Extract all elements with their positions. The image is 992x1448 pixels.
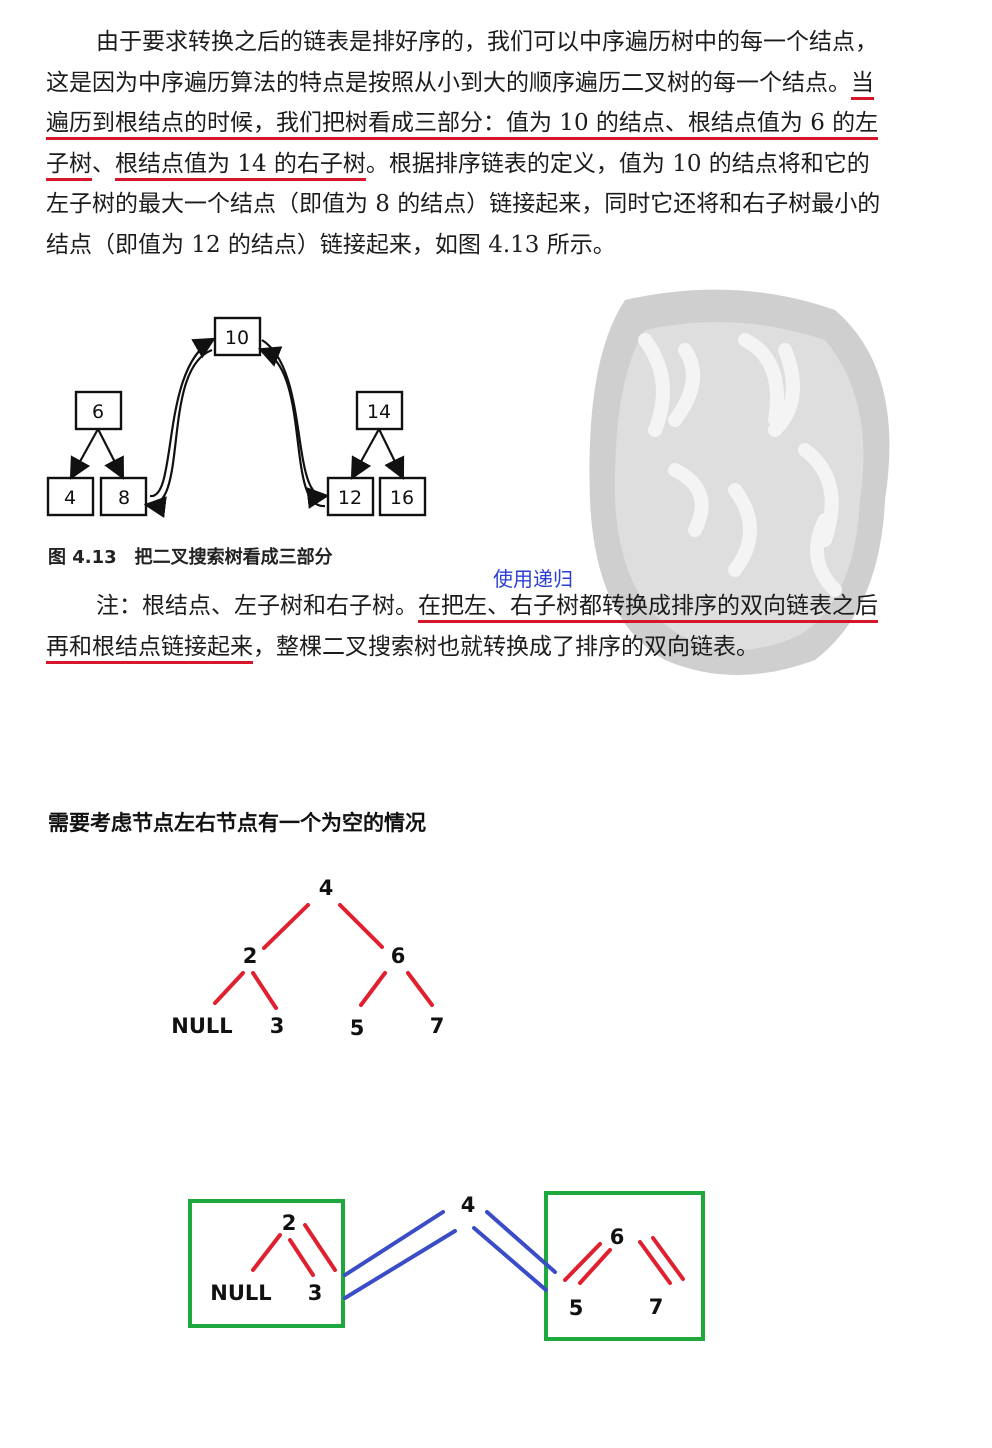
tree-edge [69, 428, 99, 480]
paragraph-text: 注：根结点、左子树和右子树。 [96, 593, 418, 619]
tree-node-label: 5 [350, 1016, 365, 1040]
figure-4-13-diagram: 10 6 4 8 14 12 16 [46, 316, 427, 518]
tree-node-label: 6 [610, 1225, 625, 1249]
body-paragraph-1: 由于要求转换之后的链表是排好序的，我们可以中序遍历树中的每一个结点，这是因为中序… [46, 22, 886, 265]
link-arrow [261, 339, 330, 509]
tree-edge [359, 971, 387, 1007]
link-line [472, 1226, 548, 1292]
tree-edge [288, 1238, 315, 1277]
note-paragraph: 注：根结点、左子树和右子树。在把左、右子树都转换成排序的双向链表之后再和根结点链… [46, 586, 886, 667]
tree-edge [338, 903, 384, 949]
tree-node-label: 7 [649, 1295, 664, 1319]
node-label: 6 [92, 401, 104, 423]
link-arrow [143, 348, 213, 518]
tree-node-label: 2 [282, 1211, 297, 1235]
node-label: 8 [118, 487, 130, 509]
tree-edge [651, 1236, 685, 1281]
paragraph-text: 由于要求转换之后的链表是排好序的，我们可以中序遍历树中的每一个结点，这是因为中序… [46, 29, 878, 96]
paragraph-text: ，整棵二叉搜索树也就转换成了排序的双向链表。 [253, 633, 759, 660]
tree-node-label: 4 [319, 876, 334, 900]
tree-node-label: 2 [243, 944, 258, 968]
node-label: 10 [225, 327, 249, 349]
tree-edge [406, 971, 434, 1007]
node-label: 12 [338, 487, 362, 509]
left-subtree-box [188, 1199, 345, 1328]
tree-node-label: NULL [210, 1281, 271, 1305]
tree-node-label: 4 [461, 1193, 476, 1217]
link-line [343, 1210, 445, 1277]
tree-node-label: 3 [308, 1281, 323, 1305]
node-label: 16 [390, 487, 414, 509]
tree-edge [303, 1223, 337, 1272]
tree-diagram-2: 4 2 6 NULL 3 5 7 [188, 1191, 705, 1341]
tree-edge [251, 1233, 282, 1272]
underlined-text: 根结点值为 14 的右子树 [115, 150, 366, 181]
tree-edge [638, 1240, 672, 1285]
tree-edge [563, 1242, 602, 1282]
tree-edge [350, 428, 380, 480]
tree-node-label: 6 [391, 944, 406, 968]
tree-edge [213, 971, 245, 1005]
tree-edge [578, 1248, 612, 1285]
tree-node-label: 5 [569, 1296, 584, 1320]
tree-node-label: 7 [430, 1014, 445, 1038]
tree-edge [378, 428, 405, 480]
figure-caption: 图 4.13 把二叉搜索树看成三部分 [48, 547, 333, 568]
tree-edge [97, 428, 125, 480]
tree-edge [262, 903, 310, 950]
section-heading: 需要考虑节点左右节点有一个为空的情况 [48, 811, 426, 835]
tree-edge [251, 971, 278, 1010]
link-arrow [257, 346, 326, 508]
tree-diagram-1: 4 2 6 NULL 3 5 7 [171, 876, 445, 1040]
link-arrow [149, 337, 216, 498]
tree-node-label: NULL [171, 1014, 232, 1038]
paragraph-text: 、 [92, 150, 115, 177]
node-label: 4 [64, 487, 76, 509]
tree-node-label: 3 [270, 1014, 285, 1038]
node-label: 14 [367, 401, 391, 423]
